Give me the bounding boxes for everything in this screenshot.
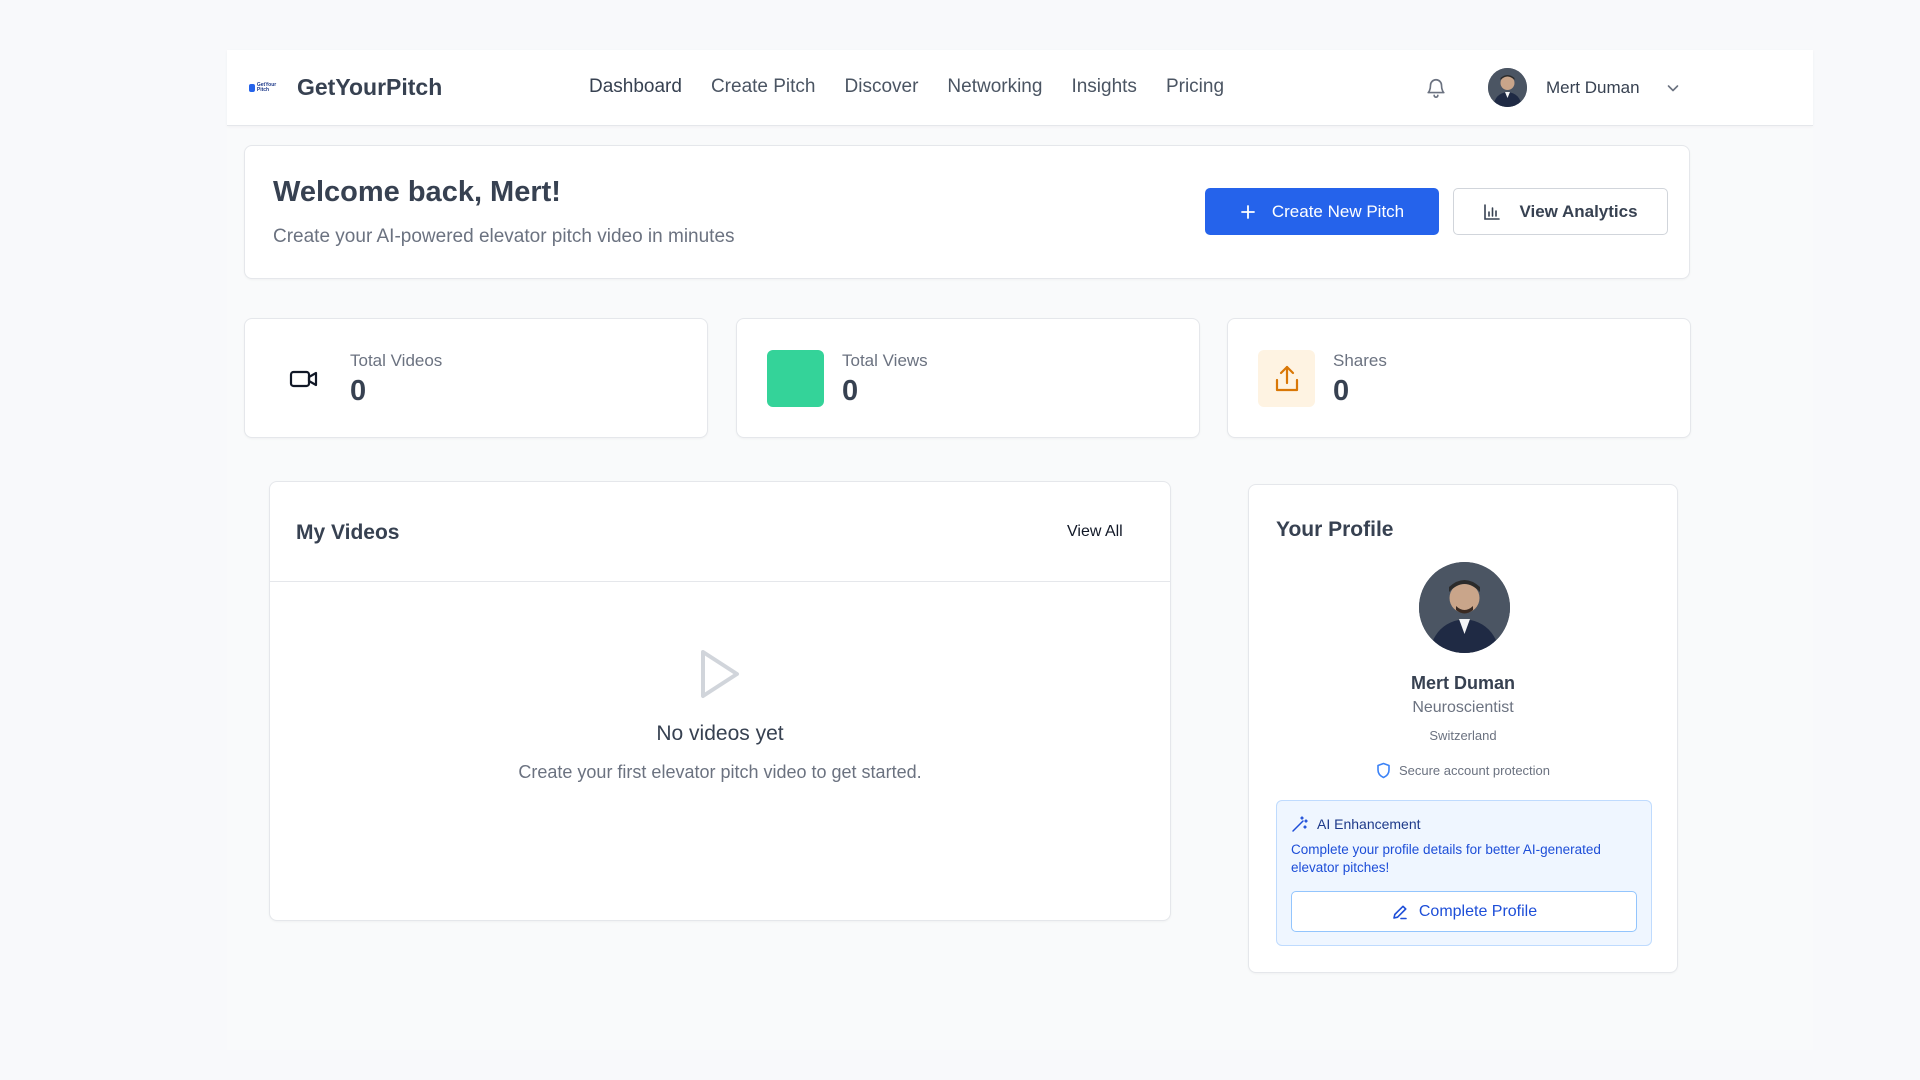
welcome-card: Welcome back, Mert! Create your AI-power… [244,145,1690,279]
shield-icon [1377,762,1390,779]
avatar-portrait-icon [1488,68,1527,107]
stat-label: Shares [1333,351,1387,370]
nav-pricing[interactable]: Pricing [1166,76,1224,98]
user-avatar[interactable] [1488,68,1527,107]
nav-insights[interactable]: Insights [1071,76,1136,98]
nav-discover[interactable]: Discover [845,76,919,98]
views-icon [767,350,824,407]
stat-card-total-videos: Total Videos 0 [244,318,708,438]
stat-label: Total Videos [350,351,443,370]
nav-create-pitch[interactable]: Create Pitch [711,76,816,98]
profile-title: Your Profile [1276,518,1394,541]
welcome-subtitle: Create your AI-powered elevator pitch vi… [273,226,735,247]
ai-enhancement-heading: AI Enhancement [1291,815,1421,833]
logo-text: GetYour Pitch [256,82,277,93]
create-new-pitch-button[interactable]: Create New Pitch [1205,188,1439,235]
nav-networking[interactable]: Networking [947,76,1042,98]
bell-icon[interactable] [1425,77,1447,99]
view-analytics-button[interactable]: View Analytics [1453,188,1668,235]
secure-account-text: Secure account protection [1398,763,1551,778]
bar-chart-icon [1484,203,1501,220]
complete-profile-button[interactable]: Complete Profile [1291,891,1637,932]
logo-square [249,84,255,92]
complete-profile-label: Complete Profile [1418,902,1538,920]
stat-value: 0 [842,375,859,407]
brand-name[interactable]: GetYourPitch [297,74,442,101]
stat-label: Total Views [842,351,928,370]
logo-icon[interactable]: GetYour Pitch [249,81,281,95]
view-all-link[interactable]: View All [1067,523,1123,541]
top-header: GetYour Pitch GetYourPitch Dashboard Cre… [227,50,1813,126]
secure-account-row: Secure account protection [1249,762,1677,779]
my-videos-card: My Videos View All No videos yet Create … [269,481,1171,921]
ai-enhancement-description: Complete your profile details for better… [1291,842,1601,875]
pencil-icon [1393,905,1407,919]
magic-wand-icon [1292,816,1308,832]
main-nav: Dashboard Create Pitch Discover Networki… [589,76,1253,98]
video-camera-icon [289,370,317,387]
my-videos-header: My Videos View All [270,482,1170,582]
create-new-pitch-label: Create New Pitch [1271,201,1405,221]
nav-dashboard[interactable]: Dashboard [589,76,682,98]
profile-location: Switzerland [1429,728,1497,743]
empty-state-subtitle: Create your first elevator pitch video t… [518,762,922,782]
stat-card-total-views: Total Views 0 [736,318,1200,438]
plus-icon [1240,204,1255,219]
my-videos-title: My Videos [296,521,400,544]
chevron-down-icon[interactable] [1665,80,1681,96]
app-root: GetYour Pitch GetYourPitch Dashboard Cre… [227,50,1813,1050]
play-icon [701,650,739,698]
profile-role: Neuroscientist [1412,699,1514,716]
profile-name: Mert Duman [1410,673,1515,693]
share-icon [1275,365,1298,391]
view-analytics-label: View Analytics [1519,201,1638,221]
stat-value: 0 [1333,375,1350,407]
stat-card-shares: Shares 0 [1227,318,1691,438]
avatar-portrait-icon [1419,562,1510,653]
profile-avatar [1419,562,1510,653]
empty-state-title: No videos yet [656,722,784,745]
ai-enhancement-box: AI Enhancement Complete your profile det… [1276,800,1652,946]
user-name[interactable]: Mert Duman [1546,78,1640,98]
stat-value: 0 [350,375,367,407]
ai-enhancement-title: AI Enhancement [1317,816,1421,832]
welcome-title: Welcome back, Mert! [273,176,561,208]
stat-icon-wrap [1258,350,1315,407]
profile-card: Your Profile Mert Duman Neuroscientist S… [1248,484,1678,973]
stat-icon-wrap [275,350,332,407]
